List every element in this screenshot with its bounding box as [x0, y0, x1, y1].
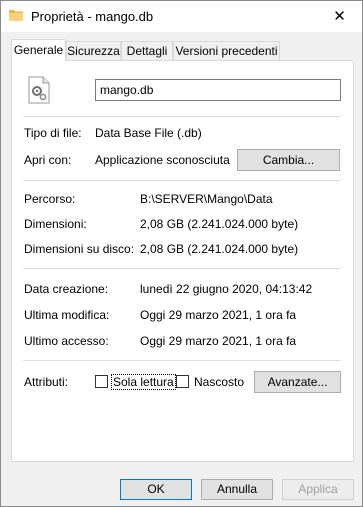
- size-label: Dimensioni:: [24, 217, 87, 231]
- accessed-label: Ultimo accesso:: [24, 334, 109, 348]
- divider: [23, 360, 341, 361]
- window-title: Proprietà - mango.db: [31, 9, 154, 24]
- cancel-button[interactable]: Annulla: [201, 479, 273, 500]
- location-label: Percorso:: [24, 192, 76, 206]
- location-value: B:\SERVER\Mango\Data: [140, 192, 273, 206]
- hidden-label[interactable]: Nascosto: [194, 375, 244, 389]
- open-with-label: Apri con:: [24, 153, 72, 167]
- change-button[interactable]: Cambia...: [237, 149, 340, 171]
- title-bar: Proprietà - mango.db ✕: [1, 1, 362, 32]
- advanced-button[interactable]: Avanzate...: [254, 371, 341, 393]
- readonly-checkbox[interactable]: [95, 375, 108, 388]
- readonly-label[interactable]: Sola lettura: [111, 374, 176, 390]
- accessed-value: Oggi 29 marzo 2021, 1 ora fa: [140, 334, 297, 348]
- divider: [23, 268, 341, 269]
- size-value: 2,08 GB (2.241.024.000 byte): [140, 217, 299, 231]
- open-with-value: Applicazione sconosciuta: [95, 153, 230, 167]
- tab-strip: Generale Sicurezza Dettagli Versioni pre…: [11, 39, 354, 61]
- file-name-input[interactable]: mango.db: [95, 79, 341, 101]
- tab-versioni-precedenti[interactable]: Versioni precedenti: [173, 41, 280, 60]
- hidden-checkbox[interactable]: [176, 375, 189, 388]
- size-on-disk-value: 2,08 GB (2.241.024.000 byte): [140, 242, 299, 256]
- close-button[interactable]: ✕: [317, 1, 362, 32]
- divider: [23, 180, 341, 181]
- divider: [23, 116, 341, 117]
- created-label: Data creazione:: [24, 282, 109, 296]
- attributes-label: Attributi:: [24, 375, 69, 389]
- file-type-value: Data Base File (.db): [95, 126, 202, 140]
- modified-label: Ultima modifica:: [24, 308, 110, 322]
- general-tab-panel: [11, 60, 354, 462]
- size-on-disk-label: Dimensioni su disco:: [24, 242, 135, 256]
- tab-generale[interactable]: Generale: [11, 39, 66, 61]
- tab-sicurezza[interactable]: Sicurezza: [66, 41, 121, 60]
- ok-button[interactable]: OK: [120, 479, 192, 500]
- file-type-label: Tipo di file:: [24, 126, 82, 140]
- created-value: lunedì 22 giugno 2020, 04:13:42: [140, 282, 313, 296]
- modified-value: Oggi 29 marzo 2021, 1 ora fa: [140, 308, 297, 322]
- tab-dettagli[interactable]: Dettagli: [121, 41, 173, 60]
- apply-button[interactable]: Applica: [282, 479, 354, 500]
- gear-file-icon: [28, 76, 50, 104]
- properties-dialog: Proprietà - mango.db ✕ Generale Sicurezz…: [0, 0, 363, 507]
- folder-icon: [9, 10, 23, 21]
